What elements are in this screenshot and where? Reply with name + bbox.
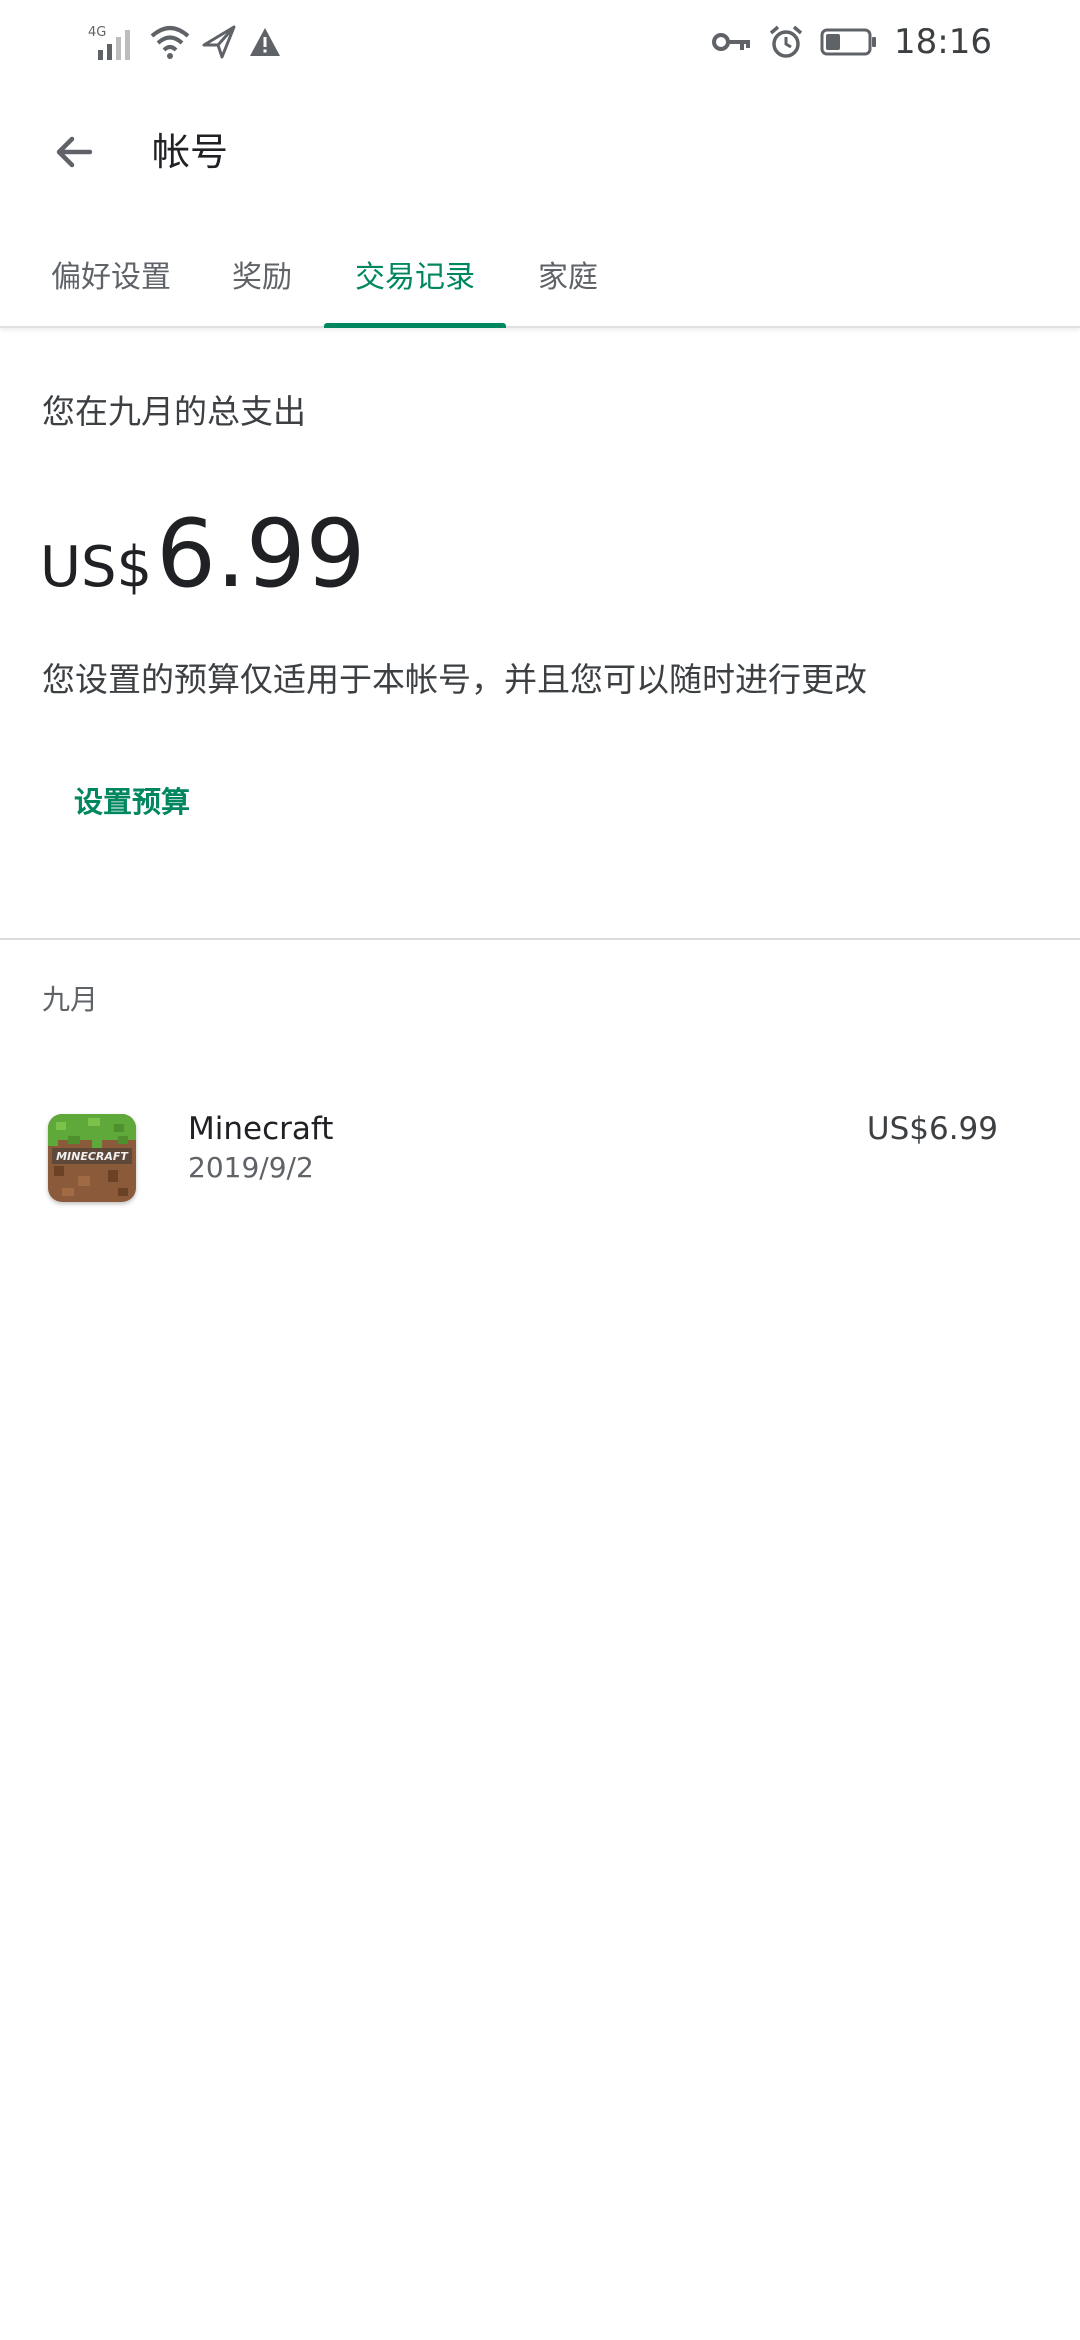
battery-icon [820,28,877,56]
warning-icon [250,28,280,56]
transaction-date: 2019/9/2 [188,1151,314,1184]
key-icon [712,33,751,51]
minecraft-app-icon: MINECRAFT [48,1114,136,1202]
tab-bar: 偏好设置 奖励 交易记录 家庭 [0,220,1080,328]
total-spend: US$ 6.99 [40,500,365,623]
total-amount: 6.99 [156,500,366,609]
transaction-name: Minecraft [188,1111,334,1147]
status-right: 18:16 [712,18,992,66]
status-left: 4G [88,18,282,66]
wifi-icon [150,26,190,59]
tab-order-history[interactable]: 交易记录 [324,220,506,328]
status-bar: 4G 18:16 [0,0,1080,84]
budget-note: 您设置的预算仅适用于本帐号，并且您可以随时进行更改 [42,660,867,699]
svg-text:4G: 4G [88,25,106,40]
transaction-row[interactable]: MINECRAFT Minecraft 2019/9/2 US$6.99 [0,1090,1080,1230]
monthly-spend-label: 您在九月的总支出 [42,392,306,431]
status-time: 18:16 [894,22,992,62]
tab-family[interactable]: 家庭 [512,220,624,328]
total-currency: US$ [40,535,153,600]
page-title: 帐号 [152,130,229,174]
tab-rewards[interactable]: 奖励 [206,220,318,328]
section-divider [0,938,1080,940]
active-tab-indicator [324,323,506,328]
minecraft-icon-text: MINECRAFT [56,1150,129,1163]
transaction-price: US$6.99 [866,1111,998,1147]
arrow-back-icon [56,136,93,168]
set-budget-button[interactable]: 设置预算 [54,770,210,830]
airplane-icon [202,25,236,59]
signal-icon: 4G [88,25,130,60]
month-header: 九月 [42,983,99,1016]
tab-preferences[interactable]: 偏好设置 [22,220,200,328]
back-button[interactable] [36,114,112,190]
app-bar: 帐号 [0,84,1080,220]
alarm-icon [769,25,803,58]
